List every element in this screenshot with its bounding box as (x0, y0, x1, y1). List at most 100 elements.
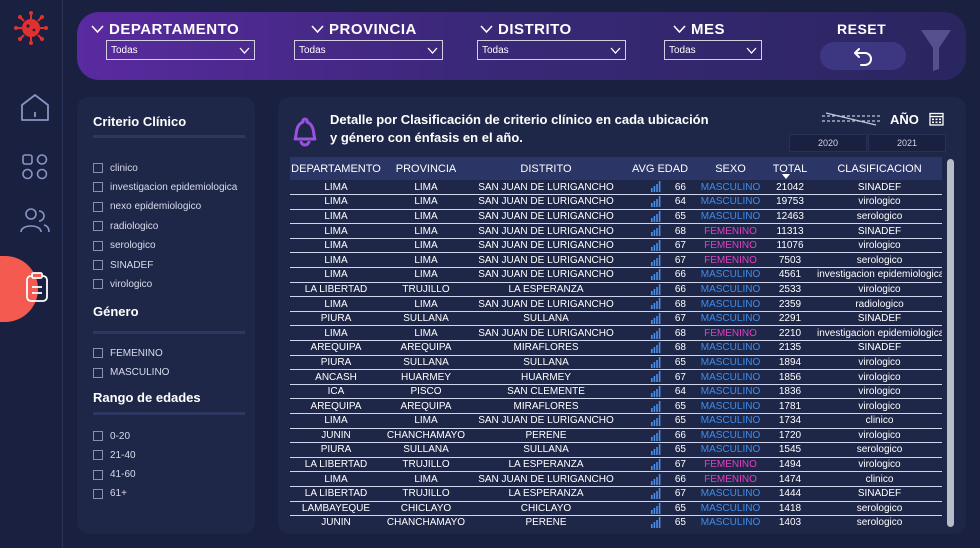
table-row[interactable]: LAMBAYEQUE CHICLAYO CHICLAYO 65 MASCULINO 141… (290, 501, 942, 517)
table-cell: MASCULINO (698, 428, 763, 444)
checkbox[interactable] (93, 182, 103, 193)
table-cell: 65 (622, 501, 698, 517)
table-row[interactable]: LIMA LIMA SAN JUAN DE LURIGANCHO 65 MASCULIN… (290, 209, 942, 225)
checkbox[interactable] (93, 469, 103, 480)
checkbox-item[interactable]: 41-60 (93, 469, 136, 481)
table-cell: 68 (622, 296, 698, 312)
table-row[interactable]: LA LIBERTAD TRUJILLO LA ESPERANZA 67 MASCULI… (290, 486, 942, 502)
checkbox-item[interactable]: SINADEF (93, 259, 153, 271)
users-icon[interactable] (18, 204, 52, 238)
table-row[interactable]: ANCASH HUARMEY HUARMEY 67 MASCULINO 1856 virol… (290, 369, 942, 385)
column-header[interactable]: AVG EDAD (622, 157, 698, 180)
checkbox[interactable] (93, 221, 103, 232)
table-row[interactable]: LA LIBERTAD TRUJILLO LA ESPERANZA 66 MASCULI… (290, 282, 942, 298)
checkbox[interactable] (93, 163, 103, 173)
avg-edad-value: 65 (674, 400, 686, 412)
avg-edad-value: 65 (674, 415, 686, 427)
checkbox[interactable] (93, 260, 103, 270)
filter-funnel-icon[interactable] (919, 27, 953, 73)
table-cell: clinico (817, 413, 942, 429)
checkbox-item[interactable]: 61+ (93, 488, 127, 500)
home-icon[interactable] (18, 90, 52, 124)
checkbox-item[interactable]: radiologico (93, 220, 158, 232)
table-row[interactable]: LIMA LIMA SAN JUAN DE LURIGANCHO 68 MASCULIN… (290, 296, 942, 312)
checkbox-item[interactable]: 0-20 (93, 430, 130, 442)
rango-edades-title: Rango de edades (93, 390, 201, 405)
table-row[interactable]: LIMA LIMA SAN JUAN DE LURIGANCHO 68 FEMENINO… (290, 325, 942, 342)
table-scrollbar[interactable] (947, 159, 954, 527)
table-row[interactable]: JUNIN CHANCHAMAYO PERENE 65 MASCULINO 1403 ser… (290, 515, 942, 529)
table-row[interactable]: PIURA SULLANA SULLANA 67 MASCULINO 2291 SINADE… (290, 311, 942, 327)
table-cell: ICA (290, 384, 382, 400)
column-header[interactable]: DEPARTAMENTO (290, 157, 382, 180)
bar-chart-icon (650, 210, 661, 222)
table-cell: LIMA (382, 209, 470, 225)
column-header-label: DEPARTAMENTO (291, 162, 381, 175)
table-row[interactable]: LIMA LIMA SAN JUAN DE LURIGANCHO 67 FEMENINO… (290, 238, 942, 254)
table-cell: serologico (817, 252, 942, 269)
checkbox-item[interactable]: virologico (93, 278, 152, 290)
table-row[interactable]: LIMA LIMA SAN JUAN DE LURIGANCHO 67 FEMENINO… (290, 252, 942, 269)
table-cell: 1836 (763, 384, 817, 400)
checkbox[interactable] (93, 279, 103, 290)
table-cell: LA LIBERTAD (290, 457, 382, 473)
checkbox[interactable] (93, 348, 103, 358)
table-cell: SULLANA (382, 442, 470, 458)
table-cell: radiologico (817, 296, 942, 312)
column-header[interactable]: PROVINCIA (382, 157, 470, 180)
checkbox-item[interactable]: MASCULINO (93, 367, 169, 379)
table-row[interactable]: LIMA LIMA SAN JUAN DE LURIGANCHO 68 FEMENINO… (290, 223, 942, 239)
reset-button[interactable] (820, 42, 906, 70)
checkbox[interactable] (93, 201, 103, 212)
table-cell: PIURA (290, 311, 382, 327)
provincia-select[interactable]: Todas (294, 40, 443, 60)
checkbox-item[interactable]: investigacion epidemiologica (93, 181, 237, 193)
checkbox-item[interactable]: 21-40 (93, 449, 136, 461)
table-cell: SULLANA (382, 355, 470, 371)
bar-chart-icon (650, 327, 661, 339)
distrito-select[interactable]: Todas (477, 40, 626, 60)
table-cell: PERENE (470, 428, 622, 444)
year-2021-button[interactable]: 2021 (868, 134, 946, 152)
filter-label: DEPARTAMENTO (109, 20, 240, 38)
checkbox-item[interactable]: nexo epidemiologico (93, 201, 201, 213)
checkbox-item[interactable]: serologico (93, 240, 156, 252)
checkbox-item[interactable]: clinico (93, 162, 138, 174)
grid-icon[interactable] (18, 150, 52, 184)
checkbox[interactable] (93, 450, 103, 461)
table-cell: MASCULINO (698, 369, 763, 385)
clipboard-icon[interactable] (20, 270, 54, 304)
table-row[interactable]: LIMA LIMA SAN JUAN DE LURIGANCHO 64 MASCULIN… (290, 194, 942, 210)
table-row[interactable]: JUNIN CHANCHAMAYO PERENE 66 MASCULINO 1720 vir… (290, 428, 942, 444)
year-2020-button[interactable]: 2020 (789, 134, 867, 152)
table-row[interactable]: AREQUIPA AREQUIPA MIRAFLORES 65 MASCULINO 178… (290, 398, 942, 414)
column-header[interactable]: CLASIFICACION (817, 157, 942, 180)
checkbox[interactable] (93, 367, 103, 378)
table-row[interactable]: ICA PISCO SAN CLEMENTE 64 MASCULINO 1836 virol… (290, 384, 942, 400)
column-header[interactable]: TOTAL (763, 157, 817, 180)
checkbox[interactable] (93, 431, 103, 441)
bell-icon (293, 117, 317, 147)
table-row[interactable]: LIMA LIMA SAN JUAN DE LURIGANCHO 66 MASCULIN… (290, 267, 942, 283)
column-header[interactable]: SEXO (698, 157, 763, 180)
table-row[interactable]: LIMA LIMA SAN JUAN DE LURIGANCHO 66 FEMENINO… (290, 471, 942, 487)
column-header[interactable]: DISTRITO (470, 157, 622, 180)
table-cell: MASCULINO (698, 282, 763, 298)
table-row[interactable]: LIMA LIMA SAN JUAN DE LURIGANCHO 65 MASCULIN… (290, 413, 942, 429)
table-cell: AREQUIPA (290, 340, 382, 356)
mes-select[interactable]: Todas (664, 40, 762, 60)
checkbox[interactable] (93, 488, 103, 499)
calendar-icon[interactable] (929, 112, 944, 126)
table-row[interactable]: LA LIBERTAD TRUJILLO LA ESPERANZA 67 FEMENIN… (290, 457, 942, 473)
departamento-select[interactable]: Todas (106, 40, 255, 60)
table-row[interactable]: LIMA LIMA SAN JUAN DE LURIGANCHO 66 MASCULIN… (290, 180, 942, 196)
checkbox[interactable] (93, 240, 103, 251)
table-cell: 65 (622, 515, 698, 529)
table-cell: SAN JUAN DE LURIGANCHO (470, 180, 622, 196)
table-cell: 65 (622, 413, 698, 429)
table-row[interactable]: PIURA SULLANA SULLANA 65 MASCULINO 1545 serolo… (290, 442, 942, 458)
table-row[interactable]: AREQUIPA AREQUIPA MIRAFLORES 68 MASCULINO 213… (290, 340, 942, 356)
checkbox-item[interactable]: FEMENINO (93, 347, 163, 359)
table-row[interactable]: PIURA SULLANA SULLANA 65 MASCULINO 1894 virolo… (290, 355, 942, 371)
table-cell: 67 (622, 486, 698, 502)
